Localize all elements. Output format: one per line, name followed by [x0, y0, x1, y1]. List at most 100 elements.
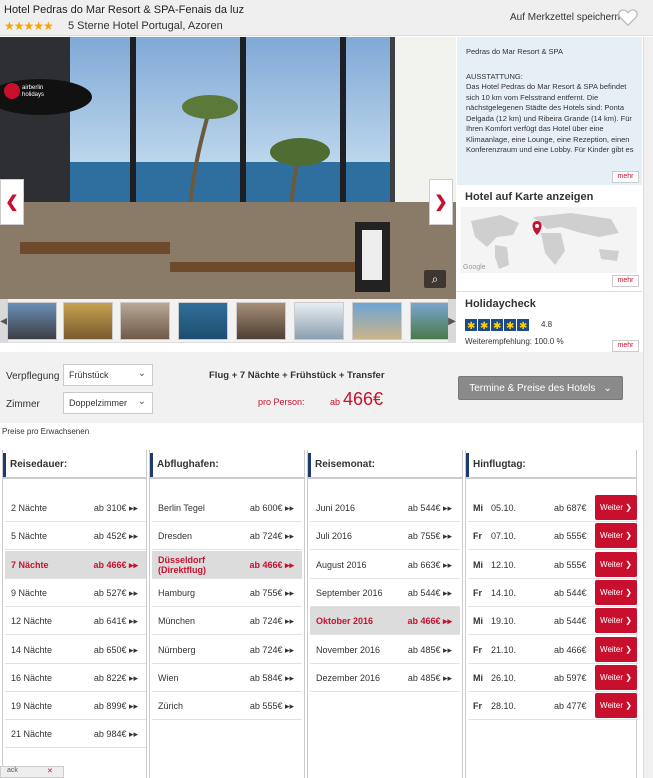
list-item[interactable]: 21 Nächte ab 984€ ▸▸	[5, 720, 146, 749]
list-item: Fr 14.10. ab 544€ Weiter ❯	[468, 579, 638, 607]
list-item-label: November 2016	[316, 644, 381, 655]
zoom-icon[interactable]: ⌕	[424, 270, 446, 288]
list-item: Mi 05.10. ab 687€ Weiter ❯	[468, 494, 638, 522]
list-item[interactable]: November 2016 ab 485€ ▸▸	[310, 636, 460, 664]
list-item[interactable]: Wien ab 584€ ▸▸	[152, 664, 302, 692]
list-item-label: 19 Nächte	[11, 701, 53, 712]
list-item[interactable]: Dezember 2016 ab 485€ ▸▸	[310, 664, 460, 692]
flight-day: Fr	[473, 701, 482, 712]
map-more-button[interactable]: mehr	[612, 275, 639, 287]
world-map[interactable]: Google	[461, 207, 637, 273]
flight-price: ab 544€	[554, 616, 587, 627]
list-item[interactable]: 2 Nächte ab 310€ ▸▸	[5, 494, 146, 522]
abflughafen-header: Abflughafen:	[150, 453, 304, 479]
thumbnail[interactable]	[236, 302, 286, 340]
list-item-price: ab 584€ ▸▸	[249, 672, 294, 683]
weiter-button[interactable]: Weiter ❯	[595, 664, 637, 690]
flight-price: ab 555€	[554, 559, 587, 570]
close-icon[interactable]: ✕	[47, 767, 53, 775]
list-item-price: ab 544€ ▸▸	[407, 587, 452, 598]
next-photo-button[interactable]: ❯	[429, 179, 453, 225]
flight-day: Fr	[473, 644, 482, 655]
list-item[interactable]: 9 Nächte ab 527€ ▸▸	[5, 579, 146, 607]
weiter-button[interactable]: Weiter ❯	[595, 579, 637, 605]
svg-text:✱: ✱	[467, 321, 475, 331]
photo-gallery[interactable]: airberlin holidays ❮ ❯ ⌕	[0, 37, 456, 299]
thumbnail[interactable]	[294, 302, 344, 340]
holidaycheck-more-button[interactable]: mehr	[612, 340, 639, 352]
svg-text:✱: ✱	[480, 321, 488, 331]
list-item[interactable]: Hamburg ab 755€ ▸▸	[152, 579, 302, 607]
list-item-price: ab 822€ ▸▸	[93, 672, 138, 683]
list-item-price: ab 663€ ▸▸	[407, 559, 452, 570]
list-item-price: ab 724€ ▸▸	[249, 531, 294, 542]
thumb-next-button[interactable]: ▶	[448, 299, 456, 342]
list-item[interactable]: 14 Nächte ab 650€ ▸▸	[5, 636, 146, 664]
list-item-label: Nürnberg	[158, 644, 196, 655]
thumbnail[interactable]	[120, 302, 170, 340]
wishlist-link[interactable]: Auf Merkzettel speichern	[510, 12, 620, 23]
description-title: Pedras do Mar Resort & SPA	[466, 47, 563, 56]
verpflegung-select[interactable]: Frühstück ⌄	[63, 364, 153, 386]
thumbnail[interactable]	[7, 302, 57, 340]
list-item-label: 9 Nächte	[11, 587, 48, 598]
reisedauer-column: Reisedauer: 2 Nächte ab 310€ ▸▸ 5 Nächte ab…	[2, 450, 147, 778]
bottom-tab-label: ack	[7, 767, 18, 774]
weiter-button[interactable]: Weiter ❯	[595, 608, 637, 634]
list-item-label: August 2016	[316, 559, 367, 570]
termine-preise-button[interactable]: Termine & Preise des Hotels ⌄	[458, 376, 623, 400]
list-item-label: Juli 2016	[316, 531, 353, 542]
weiter-button[interactable]: Weiter ❯	[595, 693, 637, 719]
list-item-label: Wien	[158, 672, 179, 683]
thumbnail[interactable]	[63, 302, 113, 340]
list-item[interactable]: 7 Nächte ab 466€ ▸▸	[5, 550, 146, 579]
list-item[interactable]: 16 Nächte ab 822€ ▸▸	[5, 664, 146, 692]
holidaycheck-recommendation: Weiterempfehlung: 100.0 %	[465, 337, 564, 346]
list-item[interactable]: 5 Nächte ab 452€ ▸▸	[5, 522, 146, 551]
vertical-scrollbar[interactable]	[643, 37, 653, 778]
heart-icon[interactable]	[617, 6, 639, 28]
sun-rating-icon: ✱ ✱ ✱ ✱ ✱	[465, 319, 529, 331]
list-item-label: 16 Nächte	[11, 672, 53, 683]
weiter-button[interactable]: Weiter ❯	[595, 523, 637, 549]
list-item[interactable]: Düsseldorf (Direktflug) ab 466€ ▸▸	[152, 550, 302, 579]
list-item[interactable]: Oktober 2016 ab 466€ ▸▸	[310, 607, 460, 636]
flight-day: Mi	[473, 672, 483, 683]
list-item-price: ab 600€ ▸▸	[249, 503, 294, 513]
list-item-price: ab 755€ ▸▸	[249, 587, 294, 598]
list-item[interactable]: Nürnberg ab 724€ ▸▸	[152, 636, 302, 664]
list-item[interactable]: September 2016 ab 544€ ▸▸	[310, 579, 460, 607]
flight-day: Fr	[473, 587, 482, 598]
list-item-label: Juni 2016	[316, 503, 356, 513]
description-more-button[interactable]: mehr	[612, 171, 639, 183]
weiter-button[interactable]: Weiter ❯	[595, 551, 637, 577]
list-item-label: Oktober 2016	[316, 616, 374, 627]
map-watermark: Google	[463, 264, 486, 271]
list-item: Fr 28.10. ab 477€ Weiter ❯	[468, 692, 638, 721]
map-panel[interactable]: Hotel auf Karte anzeigen Google mehr	[457, 185, 642, 292]
list-item-price: ab 641€ ▸▸	[93, 616, 138, 627]
list-item: Fr 07.10. ab 555€ Weiter ❯	[468, 522, 638, 551]
list-item[interactable]: Berlin Tegel ab 600€ ▸▸	[152, 494, 302, 522]
list-item-price: ab 724€ ▸▸	[249, 616, 294, 627]
bottom-tab[interactable]: ack ✕	[0, 766, 64, 778]
prev-photo-button[interactable]: ❮	[0, 179, 24, 225]
list-item[interactable]: Juni 2016 ab 544€ ▸▸	[310, 494, 460, 522]
thumbnail[interactable]	[352, 302, 402, 340]
list-item[interactable]: Zürich ab 555€ ▸▸	[152, 692, 302, 721]
zimmer-select[interactable]: Doppelzimmer ⌄	[63, 392, 153, 414]
description-text: Das Hotel Pedras do Mar Resort & SPA bef…	[466, 82, 634, 154]
list-item[interactable]: 19 Nächte ab 899€ ▸▸	[5, 692, 146, 721]
flight-price: ab 544€	[554, 587, 587, 598]
thumbnail[interactable]	[178, 302, 228, 340]
weiter-button[interactable]: Weiter ❯	[595, 636, 637, 662]
list-item-label: September 2016	[316, 587, 383, 598]
list-item[interactable]: 12 Nächte ab 641€ ▸▸	[5, 607, 146, 636]
list-item-label: Dezember 2016	[316, 672, 381, 683]
list-item[interactable]: München ab 724€ ▸▸	[152, 607, 302, 636]
list-item[interactable]: Juli 2016 ab 755€ ▸▸	[310, 522, 460, 551]
list-item[interactable]: Dresden ab 724€ ▸▸	[152, 522, 302, 551]
weiter-button[interactable]: Weiter ❯	[595, 495, 637, 520]
list-item-label: 7 Nächte	[11, 559, 49, 570]
list-item[interactable]: August 2016 ab 663€ ▸▸	[310, 551, 460, 579]
